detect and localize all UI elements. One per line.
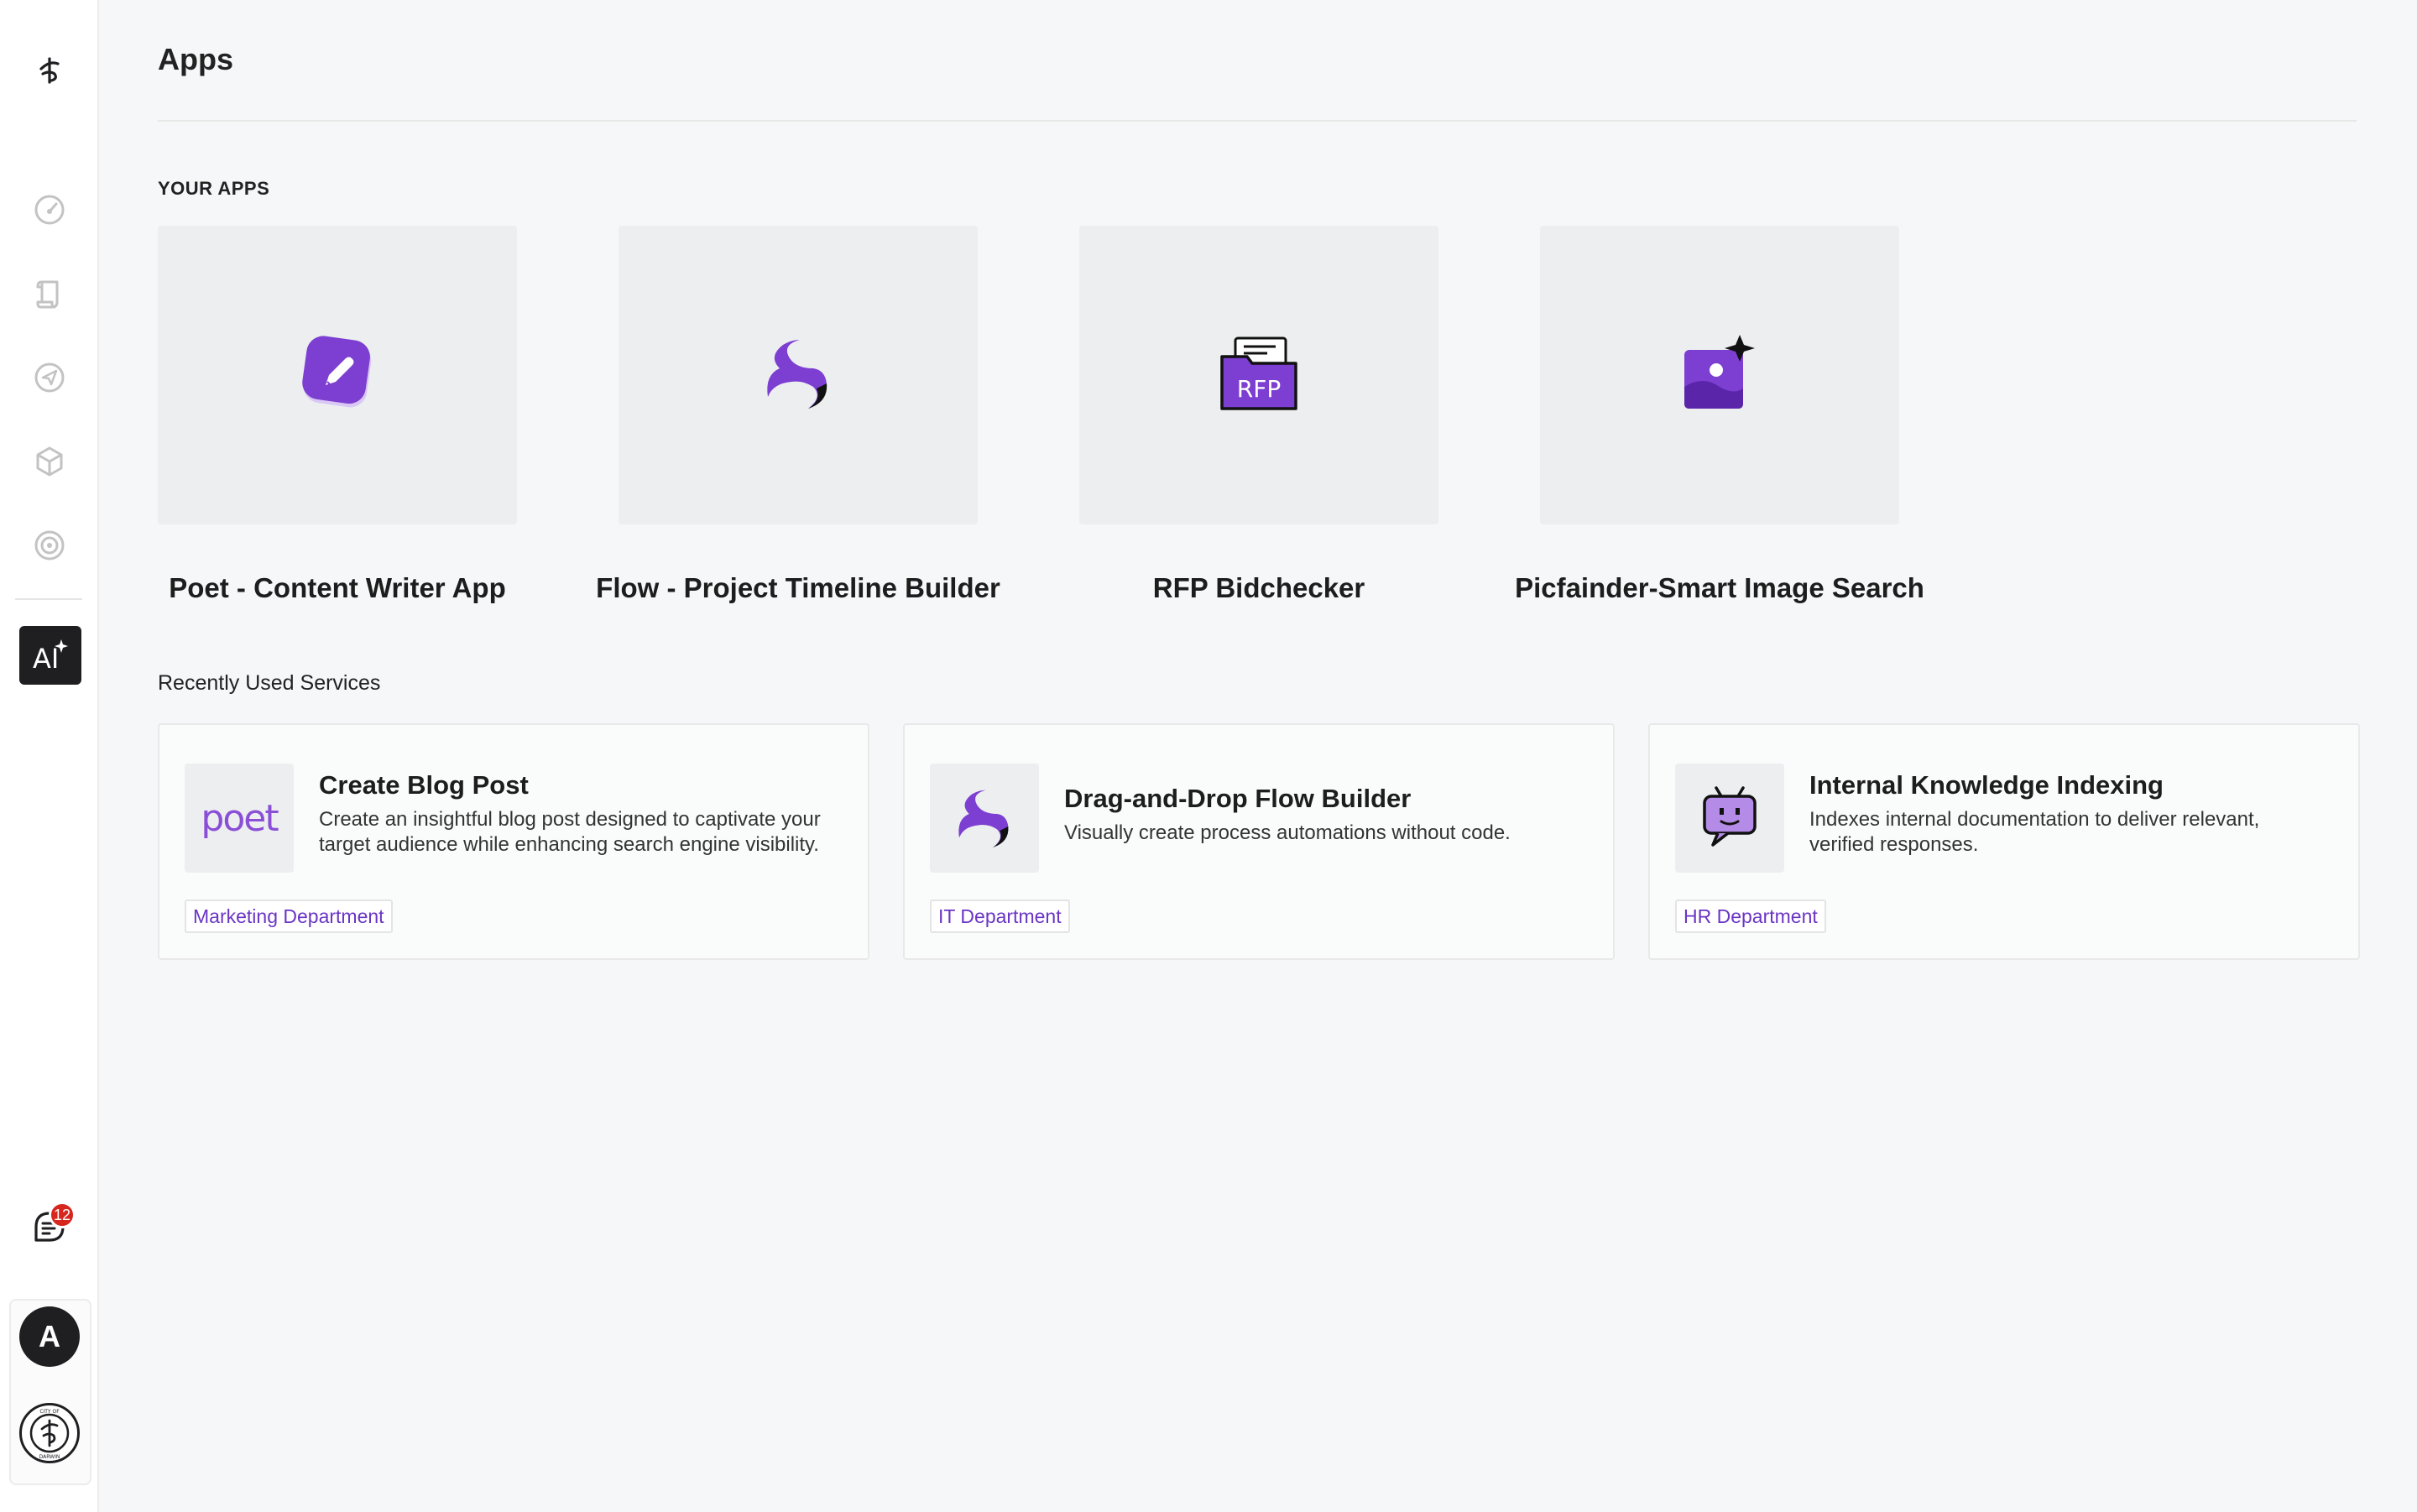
ai-apps-icon[interactable]: AI: [19, 626, 81, 685]
app-name-flow[interactable]: Flow - Project Timeline Builder: [563, 572, 1033, 604]
org-logo[interactable]: CITY OF DARWIN: [19, 1403, 80, 1463]
service-card-knowledge-indexing[interactable]: Internal Knowledge Indexing Indexes inte…: [1648, 723, 2360, 960]
department-tag[interactable]: Marketing Department: [185, 899, 393, 933]
cube-icon[interactable]: [31, 443, 68, 480]
app-tile-picfainder[interactable]: [1540, 226, 1899, 524]
rfp-icon-text: RFP: [1237, 375, 1281, 403]
robot-chat-icon: [1675, 764, 1784, 873]
scroll-icon[interactable]: [31, 275, 68, 312]
image-sparkle-icon: [1678, 331, 1762, 420]
poet-wordmark-icon: poet: [185, 764, 294, 873]
service-title: Internal Knowledge Indexing: [1809, 770, 2164, 800]
department-tag[interactable]: HR Department: [1675, 899, 1826, 933]
svg-text:AI: AI: [33, 643, 59, 675]
target-icon[interactable]: [31, 527, 68, 564]
app-name-picfainder[interactable]: Picfainder-Smart Image Search: [1485, 572, 1955, 604]
sidebar: AI 12 A CITY OF DARWIN: [0, 0, 99, 1512]
speedometer-icon[interactable]: [31, 191, 68, 228]
department-tag[interactable]: IT Department: [930, 899, 1070, 933]
service-description: Visually create process automations with…: [1064, 821, 1511, 844]
service-title: Drag-and-Drop Flow Builder: [1064, 784, 1412, 813]
avatar[interactable]: A: [19, 1306, 80, 1367]
swirl-logo-icon: [758, 333, 838, 418]
service-title: Create Blog Post: [319, 770, 529, 800]
app-name-poet[interactable]: Poet - Content Writer App: [102, 572, 572, 604]
sidebar-divider: [15, 598, 82, 600]
brand-logo-icon[interactable]: [31, 52, 68, 89]
org-logo-text-top: CITY OF: [39, 1409, 60, 1415]
service-description: Indexes internal documentation to delive…: [1809, 808, 2260, 856]
recent-services-label: Recently Used Services: [158, 671, 381, 695]
pencil-badge-icon: [297, 333, 378, 418]
service-card-blog-post[interactable]: poet Create Blog Post Create an insightf…: [158, 723, 869, 960]
notification-count-badge: 12: [49, 1202, 76, 1228]
org-logo-text-bottom: DARWIN: [39, 1454, 60, 1460]
app-tile-poet[interactable]: [158, 226, 517, 524]
service-description: Create an insightful blog post designed …: [319, 808, 821, 856]
send-icon[interactable]: [31, 359, 68, 396]
app-name-rfp[interactable]: RFP Bidchecker: [1024, 572, 1494, 604]
your-apps-label: YOUR APPS: [158, 178, 270, 199]
poet-wordmark-text: poet: [201, 796, 279, 840]
app-tile-rfp[interactable]: RFP: [1079, 226, 1438, 524]
service-card-flow-builder[interactable]: Drag-and-Drop Flow Builder Visually crea…: [903, 723, 1615, 960]
title-divider: [158, 120, 2357, 122]
page-title: Apps: [158, 42, 233, 76]
rfp-folder-icon: RFP: [1217, 331, 1301, 420]
app-tile-flow[interactable]: [619, 226, 978, 524]
swirl-logo-icon: [930, 764, 1039, 873]
